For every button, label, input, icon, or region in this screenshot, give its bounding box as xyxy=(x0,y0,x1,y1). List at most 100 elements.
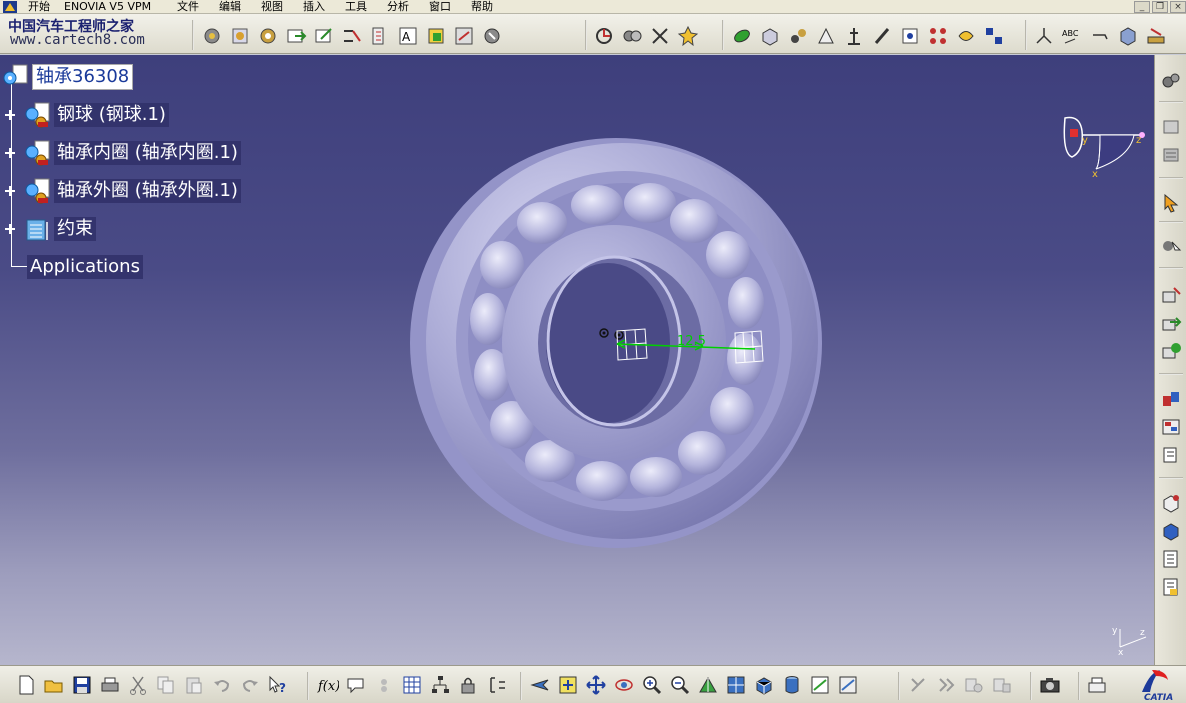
expand-plus-icon[interactable] xyxy=(4,223,16,235)
tree-root-label[interactable]: 轴承36308 xyxy=(32,64,134,90)
menu-tools[interactable]: 工具 xyxy=(343,0,369,13)
coincidence-constraint-icon[interactable] xyxy=(730,24,754,48)
shading-icon[interactable] xyxy=(780,673,804,697)
contact-multi-icon[interactable] xyxy=(982,24,1006,48)
menu-help[interactable]: 帮助 xyxy=(469,0,495,13)
catia-logo[interactable]: CATIA xyxy=(1138,666,1182,702)
change-constraint-icon[interactable] xyxy=(870,24,894,48)
zoom-out-icon[interactable] xyxy=(668,673,692,697)
redo-icon[interactable] xyxy=(238,673,262,697)
angle-constraint-icon[interactable] xyxy=(814,24,838,48)
3d-view-icon[interactable] xyxy=(1116,24,1140,48)
sectioning-icon[interactable] xyxy=(1159,415,1183,439)
axis-system-icon[interactable] xyxy=(1032,24,1056,48)
rotate-icon[interactable] xyxy=(612,673,636,697)
tree-root-node[interactable]: 轴承36308 xyxy=(2,64,134,90)
isometric-view-icon[interactable] xyxy=(752,673,776,697)
tree-label-constraints[interactable]: 约束 xyxy=(54,217,96,241)
quick-constraint-icon[interactable] xyxy=(898,24,922,48)
manage-representations-icon[interactable] xyxy=(452,24,476,48)
constraint-dimension-value[interactable]: 12.5 xyxy=(677,334,706,349)
hierarchy-icon[interactable] xyxy=(428,673,452,697)
exploded-view-icon[interactable] xyxy=(1144,24,1168,48)
tree-node-inner-ring[interactable]: 轴承内圈 (轴承内圈.1) xyxy=(4,140,241,166)
multi-instantiation-icon[interactable] xyxy=(480,24,504,48)
fly-mode-icon[interactable] xyxy=(528,673,552,697)
existing-component-icon[interactable] xyxy=(284,24,308,48)
mail-icon[interactable] xyxy=(1085,673,1109,697)
menu-edit[interactable]: 编辑 xyxy=(217,0,243,13)
snap-icon[interactable] xyxy=(648,24,672,48)
copy-icon[interactable] xyxy=(154,673,178,697)
undo-icon[interactable] xyxy=(210,673,234,697)
minimize-button[interactable]: _ xyxy=(1134,1,1150,13)
existing-component-positioning-icon[interactable] xyxy=(312,24,336,48)
scenes-icon[interactable] xyxy=(1159,519,1183,543)
menu-view[interactable]: 视图 xyxy=(259,0,285,13)
report-icon[interactable] xyxy=(1159,575,1183,599)
fix-component-icon[interactable] xyxy=(842,24,866,48)
zoom-in-icon[interactable] xyxy=(640,673,664,697)
multi-view-icon[interactable] xyxy=(724,673,748,697)
menu-start[interactable]: 开始 xyxy=(28,0,50,13)
generate-numbering-icon[interactable]: A xyxy=(396,24,420,48)
bill-of-material-icon[interactable] xyxy=(1159,491,1183,515)
tree-label-outer-ring[interactable]: 轴承外圈 (轴承外圈.1) xyxy=(54,179,241,203)
tree-label-applications[interactable]: Applications xyxy=(27,255,143,279)
menu-enovia[interactable]: ENOVIA V5 VPM xyxy=(64,0,151,13)
menu-file[interactable]: 文件 xyxy=(175,0,201,13)
3d-viewport[interactable]: 轴承36308 钢球 (钢球.1) 轴承内圈 (轴承内圈.1) 轴承外圈 (轴承… xyxy=(0,55,1154,665)
new-component-icon[interactable] xyxy=(200,24,224,48)
design-table-icon[interactable] xyxy=(400,673,424,697)
distance-icon[interactable] xyxy=(1159,443,1183,467)
text-annotation-icon[interactable]: ABC xyxy=(1060,24,1084,48)
whats-this-icon[interactable]: ? xyxy=(266,673,290,697)
save-icon[interactable] xyxy=(70,673,94,697)
parameters-icon[interactable] xyxy=(484,673,508,697)
menu-analyze[interactable]: 分析 xyxy=(385,0,411,13)
disabled-tool-2-icon[interactable] xyxy=(934,673,958,697)
tree-node-constraints[interactable]: 约束 xyxy=(4,216,96,242)
lock-icon[interactable] xyxy=(456,673,480,697)
disabled-tool-3-icon[interactable] xyxy=(962,673,986,697)
restore-button[interactable]: ❐ xyxy=(1152,1,1168,13)
tree-node-applications[interactable]: Applications xyxy=(27,254,143,280)
tree-label-inner-ring[interactable]: 轴承内圈 (轴承内圈.1) xyxy=(54,141,241,165)
replace-component-icon[interactable] xyxy=(340,24,364,48)
cut-icon[interactable] xyxy=(126,673,150,697)
fix-together-icon[interactable] xyxy=(620,24,644,48)
flexible-rigid-icon[interactable] xyxy=(954,24,978,48)
menu-window[interactable]: 窗口 xyxy=(427,0,453,13)
reuse-pattern-icon[interactable] xyxy=(926,24,950,48)
paste-icon[interactable] xyxy=(182,673,206,697)
manipulation-icon[interactable] xyxy=(1159,235,1183,259)
menu-insert[interactable]: 插入 xyxy=(301,0,327,13)
comment-icon[interactable] xyxy=(344,673,368,697)
formula-icon[interactable]: f(x) xyxy=(316,673,340,697)
catia-app-icon[interactable] xyxy=(2,0,18,14)
tree-node-outer-ring[interactable]: 轴承外圈 (轴承外圈.1) xyxy=(4,178,241,204)
graph-tree-reordering-icon[interactable] xyxy=(368,24,392,48)
publication-icon[interactable] xyxy=(1159,547,1183,571)
reposition-icon[interactable] xyxy=(1159,339,1183,363)
pan-icon[interactable] xyxy=(584,673,608,697)
select-arrow-icon[interactable] xyxy=(1159,191,1183,215)
selective-load-icon[interactable] xyxy=(424,24,448,48)
stack-icon[interactable] xyxy=(1159,115,1183,139)
new-document-icon[interactable] xyxy=(14,673,38,697)
print-icon[interactable] xyxy=(98,673,122,697)
expand-plus-icon[interactable] xyxy=(4,109,16,121)
clash-icon[interactable] xyxy=(1159,387,1183,411)
contact-constraint-icon[interactable] xyxy=(758,24,782,48)
offset-constraint-icon[interactable] xyxy=(786,24,810,48)
tree-label-steel-ball[interactable]: 钢球 (钢球.1) xyxy=(54,103,169,127)
new-part-icon[interactable] xyxy=(256,24,280,48)
close-button[interactable]: × xyxy=(1170,1,1186,13)
hide-show-icon[interactable] xyxy=(808,673,832,697)
disabled-tool-4-icon[interactable] xyxy=(990,673,1014,697)
move-icon[interactable] xyxy=(1159,283,1183,307)
compass-icon[interactable]: y z x xyxy=(1060,113,1150,183)
move-component-icon[interactable] xyxy=(1159,311,1183,335)
disabled-tool-1-icon[interactable] xyxy=(906,673,930,697)
camera-icon[interactable] xyxy=(1038,673,1062,697)
